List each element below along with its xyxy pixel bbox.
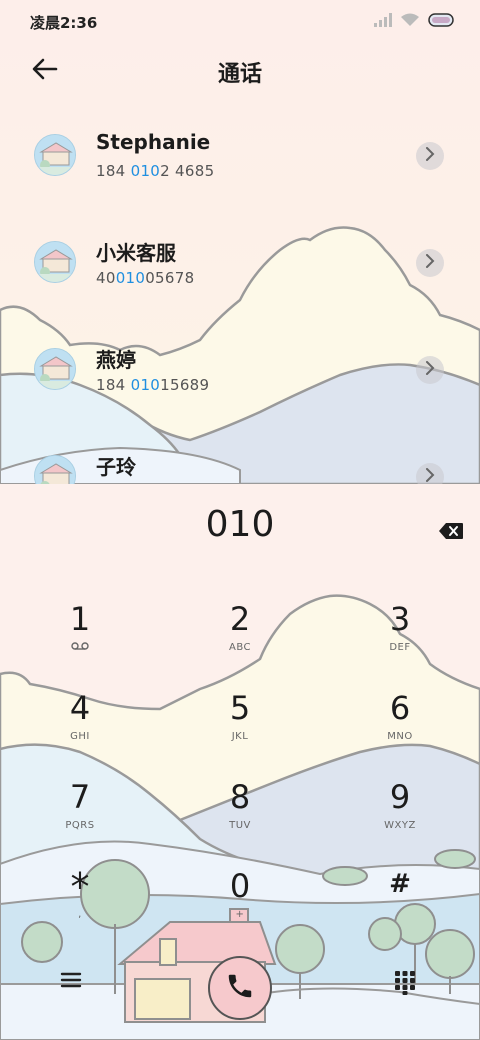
key-letters: DEF (389, 642, 411, 653)
key-letters: GHI (70, 731, 90, 742)
key-digit: 0 (229, 867, 251, 905)
phone-prefix: 184 (96, 162, 131, 180)
key-letters: JKL (231, 731, 249, 742)
key-letters: ABC (228, 642, 251, 653)
contact-item[interactable]: 小米客服 4001005678 (0, 225, 480, 305)
key-letters: PQRS (65, 820, 95, 831)
key-0[interactable]: 0 + (180, 861, 300, 941)
phone-icon (225, 971, 255, 1006)
key-digit: 3 (389, 600, 411, 638)
key-letters: + (235, 909, 245, 920)
contact-item[interactable]: 子玲 (0, 439, 480, 484)
key-star[interactable]: * , (20, 861, 140, 941)
key-4[interactable]: 4 GHI (20, 683, 140, 763)
page-title: 通话 (217, 62, 262, 87)
keypad-icon (394, 971, 416, 1000)
key-digit: * (70, 865, 90, 909)
contact-phone: 184 01015689 (96, 376, 209, 394)
key-digit: 7 (69, 778, 91, 816)
key-letters: , (78, 909, 82, 920)
contact-phone: 4001005678 (96, 269, 194, 287)
contact-detail-button[interactable] (416, 356, 444, 384)
phone-match: 010 (130, 376, 161, 394)
signal-icon (374, 13, 392, 32)
battery-icon (428, 13, 456, 32)
contact-detail-button[interactable] (416, 142, 444, 170)
contact-item[interactable]: Stephanie 184 0102 4685 (0, 118, 480, 198)
chevron-right-icon (425, 360, 435, 380)
backspace-button[interactable] (438, 522, 468, 550)
key-letters: TUV (229, 820, 251, 831)
phone-suffix: 15689 (160, 376, 210, 394)
chevron-right-icon (425, 253, 435, 273)
status-bar: 凌晨2:36 (0, 0, 480, 44)
key-5[interactable]: 5 JKL (180, 683, 300, 763)
key-digit: 5 (229, 689, 251, 727)
contact-name: 小米客服 (96, 241, 176, 265)
key-6[interactable]: 6 MNO (340, 683, 460, 763)
contact-name: 子玲 (96, 455, 136, 479)
dial-number-display[interactable]: 010 (0, 504, 480, 545)
keypad-toggle-button[interactable] (394, 970, 422, 998)
call-button[interactable] (208, 956, 272, 1020)
key-letters: MNO (387, 731, 413, 742)
key-letters: WXYZ (384, 820, 416, 831)
contact-detail-button[interactable] (416, 463, 444, 484)
contact-avatar (34, 134, 76, 176)
phone-prefix: 184 (96, 376, 131, 394)
menu-icon (60, 972, 82, 994)
contact-item[interactable]: 燕婷 184 01015689 (0, 332, 480, 412)
chevron-right-icon (425, 146, 435, 166)
contact-name: Stephanie (96, 130, 211, 154)
key-1[interactable]: 1 (20, 594, 140, 674)
key-9[interactable]: 9 WXYZ (340, 772, 460, 852)
contact-phone: 184 0102 4685 (96, 162, 214, 180)
phone-prefix: 40 (96, 269, 116, 287)
key-digit: 2 (229, 600, 251, 638)
contact-list-clip: 子玲 (0, 439, 480, 484)
status-icons (374, 13, 456, 32)
key-digit: 6 (389, 689, 411, 727)
contact-avatar (34, 348, 76, 390)
phone-match: 010 (130, 162, 161, 180)
key-hash[interactable]: # (340, 861, 460, 941)
contact-avatar (34, 241, 76, 283)
key-2[interactable]: 2 ABC (180, 594, 300, 674)
backspace-icon (438, 523, 464, 544)
chevron-right-icon (425, 467, 435, 485)
key-digit: 4 (69, 689, 91, 727)
status-time: 凌晨2:36 (30, 14, 98, 32)
key-8[interactable]: 8 TUV (180, 772, 300, 852)
contact-name: 燕婷 (96, 348, 136, 372)
menu-button[interactable] (60, 970, 88, 998)
wifi-icon (400, 13, 420, 32)
key-digit: 9 (389, 778, 411, 816)
contact-detail-button[interactable] (416, 249, 444, 277)
phone-suffix: 2 4685 (160, 162, 215, 180)
key-digit: 8 (229, 778, 251, 816)
voicemail-icon (20, 642, 140, 653)
contact-avatar (34, 455, 76, 484)
key-digit: # (389, 869, 411, 899)
phone-match: 010 (115, 269, 146, 287)
key-7[interactable]: 7 PQRS (20, 772, 140, 852)
key-3[interactable]: 3 DEF (340, 594, 460, 674)
page-header: 通话 (0, 44, 480, 100)
key-digit: 1 (69, 600, 91, 638)
phone-suffix: 05678 (145, 269, 195, 287)
